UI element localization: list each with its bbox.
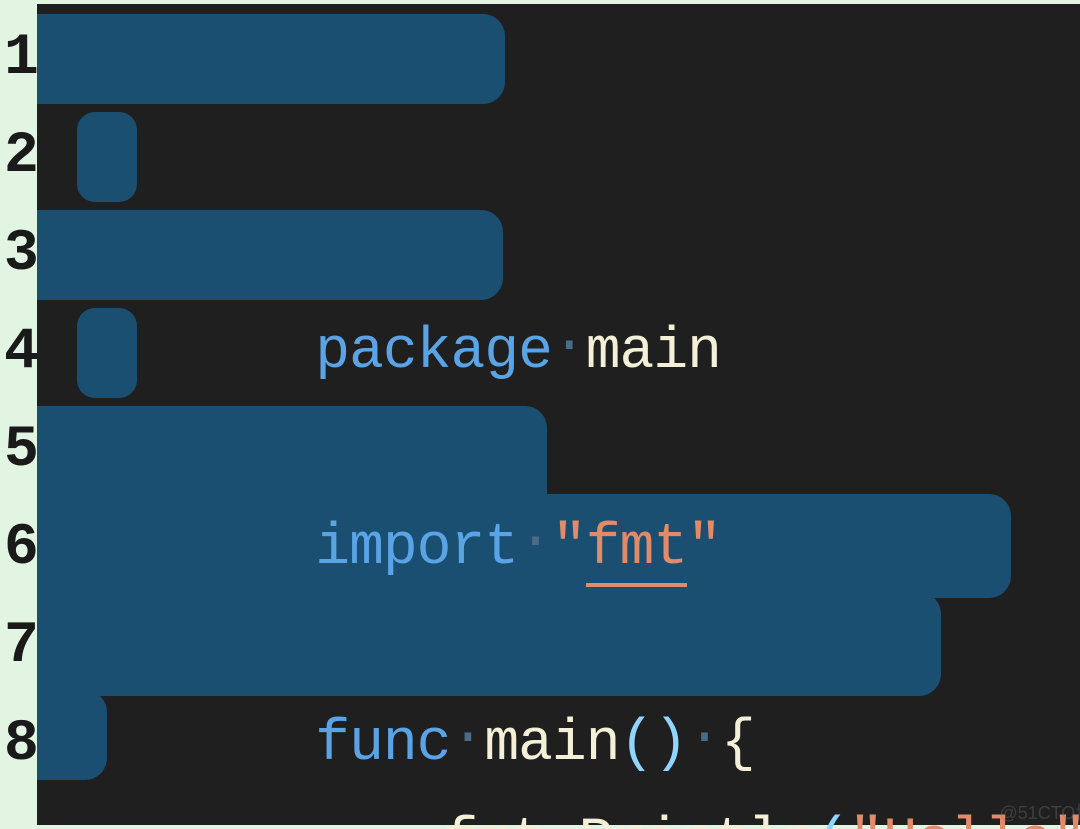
keyword-func: func <box>315 712 450 777</box>
keyword-import: import <box>315 516 518 581</box>
whitespace-dot-icon: · <box>518 510 552 575</box>
string-close-quote: " <box>687 516 721 581</box>
code-line[interactable]: package·main <box>37 10 1080 108</box>
identifier-println: Println <box>579 810 816 829</box>
line-number: 1 <box>4 10 37 108</box>
line-number: 5 <box>4 402 37 500</box>
line-number: 4 <box>4 304 37 402</box>
identifier-fmt: fmt <box>443 810 544 829</box>
whitespace-dot-icon: · <box>552 314 586 379</box>
identifier-main: main <box>484 712 619 777</box>
code-line[interactable] <box>37 108 1080 206</box>
brace-open: { <box>721 712 755 777</box>
code-text-area[interactable]: package·main import·"fmt" func·main()·{ <box>37 4 1080 825</box>
code-line[interactable]: import·"fmt" <box>37 206 1080 304</box>
dot-operator: . <box>545 810 579 829</box>
whitespace-dot-icon: · <box>687 706 721 771</box>
string-open-quote: " <box>552 516 586 581</box>
identifier-main: main <box>586 320 721 385</box>
paren-pair: () <box>620 712 688 777</box>
line-number: 8 <box>4 696 37 794</box>
line-number-gutter: 1 2 3 4 5 6 7 8 <box>4 4 37 825</box>
watermark-text: @51CTO博客 <box>999 799 1080 825</box>
line-number: 2 <box>4 108 37 206</box>
line-number: 3 <box>4 206 37 304</box>
line-number: 6 <box>4 500 37 598</box>
keyword-package: package <box>315 320 552 385</box>
paren-open: ( <box>815 810 849 829</box>
code-editor: 1 2 3 4 5 6 7 8 package·main import·"fmt… <box>0 0 1080 829</box>
whitespace-tab-arrow-icon: → <box>315 815 342 829</box>
string-fmt: fmt <box>586 516 687 587</box>
line-number: 7 <box>4 598 37 696</box>
whitespace-dot-icon: · <box>451 706 485 771</box>
